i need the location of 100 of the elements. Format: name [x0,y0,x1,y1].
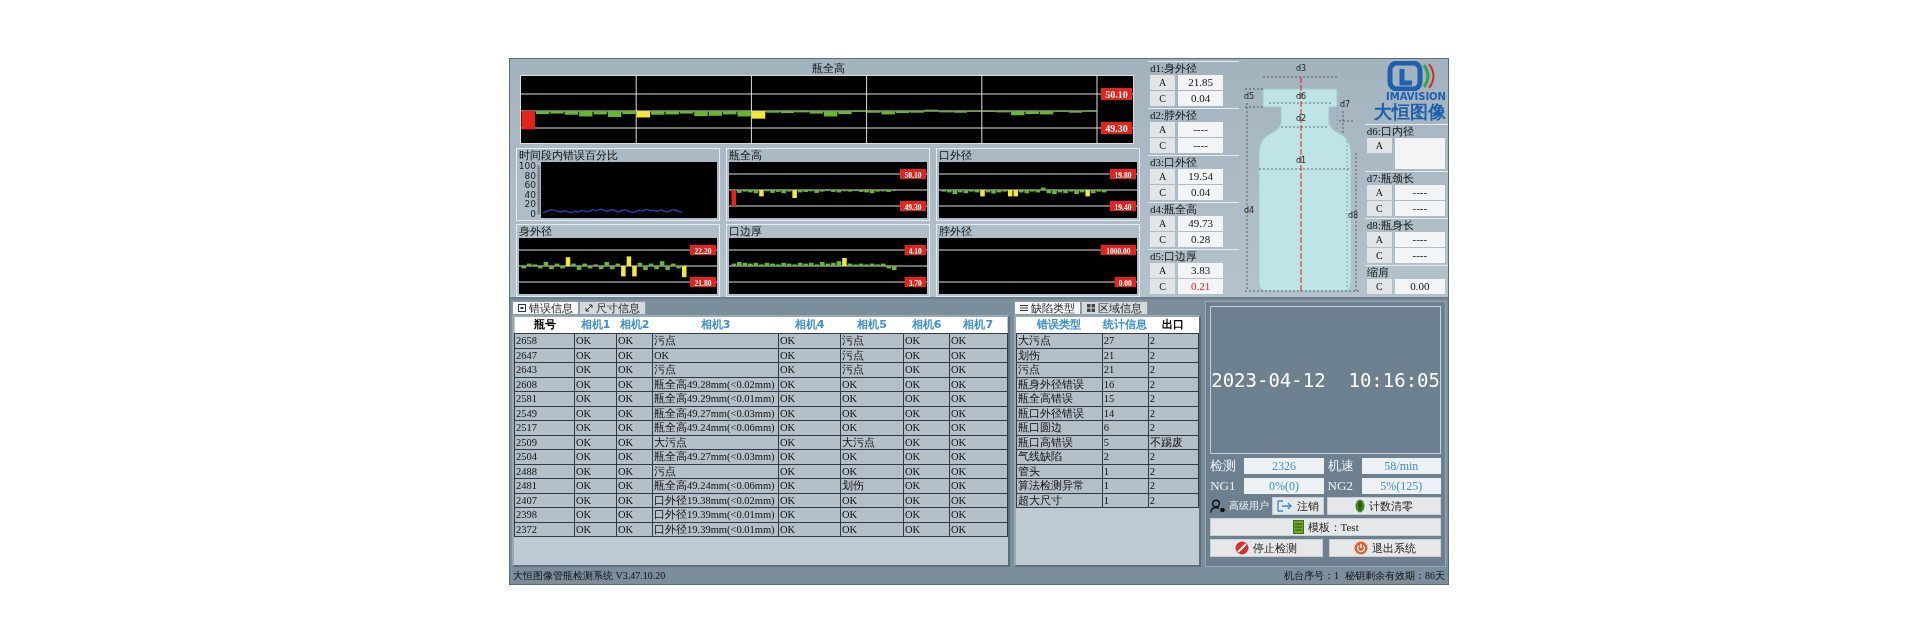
key-label: A [1150,122,1175,137]
dimension-label: d8 [1347,211,1358,220]
table-cell: OK [903,333,950,348]
value-field: ---- [1394,185,1445,200]
value-field: 0.04 [1178,91,1223,106]
table-cell: 大污点 [1016,333,1103,348]
key-label: C [1150,185,1175,200]
key-label: C [1366,201,1392,216]
column-header: 相机4 [778,317,841,334]
key-label: A [1366,185,1392,200]
value-field: ---- [1394,248,1445,263]
template-button[interactable]: 模板：Test [1210,518,1441,536]
list-icon [518,304,526,312]
stat-value: 58/min [1361,458,1441,474]
license-text: 秘钥剩余有效期：86天 [1345,568,1445,583]
dimension-label: d5 [1243,92,1254,101]
chart-title: 身外径 [519,225,553,238]
stat-value: 5%(125) [1361,478,1441,494]
value-field: 0.28 [1178,232,1223,247]
measurement-label: d8:瓶身长 [1366,219,1415,231]
column-header: 相机5 [840,317,904,334]
dimension-label: d2 [1295,114,1306,123]
dimension-label: d6 [1295,92,1306,101]
stat-label: 机速 [1327,457,1355,475]
exit-arrow-icon [1277,500,1294,512]
measurement-label: d6:口内径 [1366,125,1415,137]
column-header: 错误类型 [1016,317,1103,334]
tick-label: 60 [524,180,536,191]
column-header: 瓶号 [514,317,575,334]
key-label: A [1366,232,1392,247]
tab[interactable]: 区域信息 [1080,301,1148,315]
tick-label: 40 [524,189,536,200]
logout-button[interactable]: 注销 [1272,497,1325,515]
tab[interactable]: 尺寸信息 [579,301,646,315]
table-cell: 27 [1102,333,1149,348]
table-cell: OK [616,333,653,348]
key-label: C [1150,279,1175,294]
key-label: A [1150,216,1175,231]
y-axis [536,165,540,215]
resize-icon [585,304,593,312]
measurement-label: d2:脖外径 [1150,109,1199,121]
logo-text: IMAVISION [1386,91,1446,102]
chart-title: 口外径 [939,149,973,162]
key-label: C [1150,138,1175,153]
value-field: ---- [1178,122,1223,137]
measurement-label: d5:口边厚 [1150,250,1199,262]
value-field: ---- [1394,201,1445,216]
chart-title: 脖外径 [939,225,973,238]
table-cell: OK [574,333,617,348]
dimension-label: d4 [1243,206,1254,215]
chart-title: 时间段内错误百分比 [519,149,619,162]
tab[interactable]: 缺陷类型 [1013,301,1081,315]
dimension-label: d3 [1295,64,1306,73]
measurement-label: d3:口外径 [1150,156,1199,168]
value-field: 49.73 [1178,216,1223,231]
stat-label: 检测 [1210,457,1238,475]
tab[interactable]: 错误信息 [512,301,579,315]
key-label: C [1150,91,1175,106]
key-label: C [1366,279,1392,294]
column-header: 统计信息 [1102,317,1149,334]
column-header: 相机7 [949,317,1008,334]
measurement-label: d4:瓶全高 [1150,203,1199,215]
clock-text: 2023-04-12 10:16:05 [1211,369,1440,391]
tick-label: 100 [519,162,536,171]
value-field: 19.54 [1178,169,1223,184]
stat-label: NG1 [1210,478,1237,494]
stop-detection-button[interactable]: 停止检测 [1210,539,1323,557]
table-cell: 污点 [840,333,904,348]
table-cell: OK [949,333,1008,348]
exit-system-button[interactable]: 退出系统 [1328,539,1441,557]
stat-label: NG2 [1327,478,1354,494]
chart-title: 瓶全高 [729,149,763,162]
reset-count-button[interactable]: 计数清零 [1327,497,1441,515]
key-label: A [1366,138,1392,153]
chart-title: 瓶全高 [810,61,846,75]
version-text: 大恒图像管瓶检测系统 V3.47.10.20 [513,568,666,583]
document-icon [1292,520,1304,534]
limit-label: 49.30 [1101,122,1132,134]
measurement-label: 缩肩 [1366,266,1390,278]
dimension-label: d7 [1339,100,1350,109]
key-label: C [1366,248,1392,263]
value-field: ---- [1394,232,1445,247]
value-field [1394,138,1445,169]
stat-value: 0%(0) [1244,478,1324,494]
user-level-label: 高级用户 [1229,499,1270,513]
chart-title: 口边厚 [729,225,763,238]
measurement-label: d1:身外径 [1150,62,1199,74]
value-field: ---- [1178,138,1223,153]
prohibited-icon [1235,541,1250,555]
oval-icon [1355,499,1366,513]
column-header: 相机1 [574,317,617,334]
list-icon [1019,304,1028,312]
value-field: 0.04 [1178,185,1223,200]
table-cell: OK [778,333,841,348]
logo-text: 大恒图像 [1374,102,1446,122]
column-header: 相机3 [652,317,779,334]
key-label: C [1150,232,1175,247]
user-icon [1210,499,1227,513]
measurement-label: d7:瓶颈长 [1366,172,1415,184]
column-header: 出口 [1148,317,1199,334]
